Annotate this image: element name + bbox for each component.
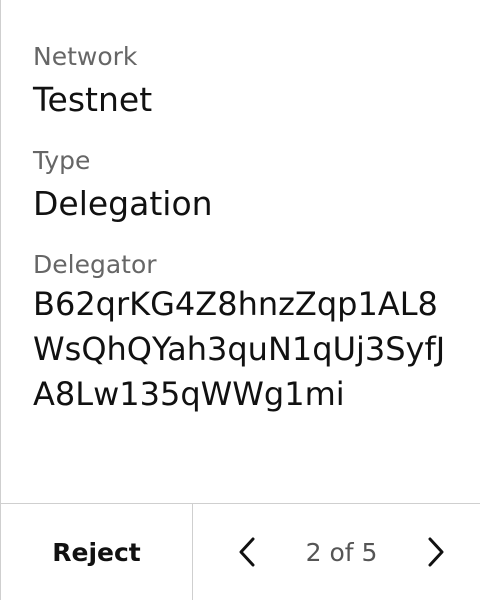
network-value: Testnet (33, 80, 153, 119)
transaction-details: Network Testnet Type Delegation Delegato… (33, 40, 464, 417)
chevron-left-icon (239, 537, 255, 567)
next-page-button[interactable] (418, 530, 454, 574)
reject-button[interactable]: Reject (1, 504, 193, 600)
page-indicator: 2 of 5 (305, 537, 378, 567)
type-value: Delegation (33, 184, 213, 223)
delegator-address: B62qrKG4Z8hnzZqp1AL8WsQhQYah3quN1qUj3Syf… (33, 285, 446, 413)
action-footer: Reject 2 of 5 (1, 503, 480, 600)
pagination: 2 of 5 (193, 504, 480, 600)
network-label: Network (33, 42, 138, 71)
previous-page-button[interactable] (229, 530, 265, 574)
delegator-label: Delegator (33, 250, 157, 279)
type-label: Type (33, 146, 91, 175)
type-field: Type Delegation (33, 144, 464, 248)
chevron-right-icon (428, 537, 444, 567)
network-field: Network Testnet (33, 40, 464, 144)
delegator-field: Delegator B62qrKG4Z8hnzZqp1AL8WsQhQYah3q… (33, 248, 464, 417)
